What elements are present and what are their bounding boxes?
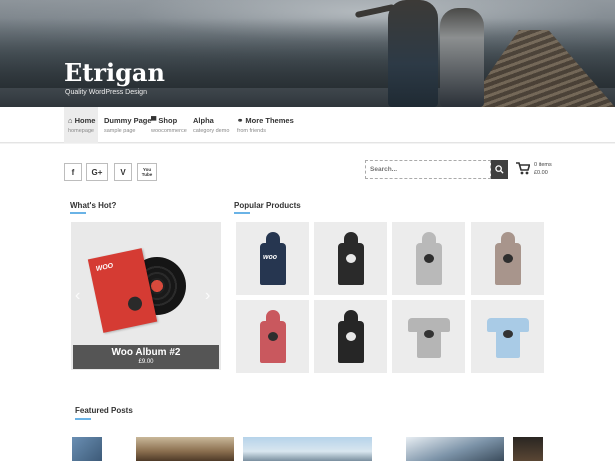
hoodie-body [416,243,442,285]
vine-icon[interactable]: V [114,163,132,181]
hoodie-hood [501,232,515,246]
nav-sub-more-themes: from friends [237,128,267,134]
nav-shop-text: Shop [158,116,178,125]
featured-posts-underline [75,418,91,420]
nav-home-text: Home [74,116,96,125]
hero-person-right [440,8,484,107]
popular-products-underline [234,212,250,214]
search-button[interactable] [491,160,508,179]
hoodie-image [495,232,521,287]
nav-label-more-themes: ⚭ More Themes [237,116,294,125]
nav-label-alpha: Alpha [193,116,214,125]
hoodie-hood [344,232,358,246]
nav-sub-dummy-page: sample page [104,128,136,134]
hoodie-image [260,310,286,365]
cart-icon[interactable] [516,162,530,175]
skull-icon [268,332,278,341]
nav-item-alpha[interactable]: Alpha category demo [189,107,233,143]
skull-icon [126,295,144,312]
facebook-icon[interactable]: f [64,163,82,181]
product-card[interactable] [314,300,387,373]
nav-more-themes-text: More Themes [245,116,294,125]
popular-products-heading: Popular Products [234,201,301,210]
slide-price: £9.00 [138,359,154,365]
nav-item-dummy-page[interactable]: Dummy Page sample page [100,107,152,143]
link-icon: ⚭ [237,116,244,125]
nav-label-shop: ▀ Shop [151,116,187,125]
youtube-icon[interactable]: You Tube [137,163,157,181]
main-navigation: ⌂ Home homepage Dummy Page sample page ▀… [0,107,615,143]
hoodie-hood [344,310,358,324]
product-card[interactable] [236,300,309,373]
google-plus-icon[interactable]: G+ [86,163,108,181]
featured-post-thumbnail[interactable] [406,437,504,461]
hoodie-image [338,232,364,287]
product-card[interactable] [471,222,544,295]
product-card[interactable]: woo [236,222,309,295]
skull-icon [346,332,356,341]
featured-posts-heading: Featured Posts [75,406,133,415]
nav-label-home: ⌂ Home [68,116,96,125]
nav-item-shop[interactable]: ▀ Shop woocommerce [147,107,191,143]
tshirt-body [496,320,520,358]
hoodie-hood [266,310,280,324]
slider-next-icon[interactable]: › [205,287,210,305]
tshirt-image [487,318,529,358]
hero-person-left [388,0,438,107]
hoodie-body [338,321,364,363]
site-tagline: Quality WordPress Design [65,89,147,96]
home-icon: ⌂ [68,116,73,125]
search-input[interactable] [365,160,491,179]
hoodie-image: woo [260,232,286,287]
skull-icon [424,330,434,338]
search-icon [495,165,504,174]
hoodie-body [495,243,521,285]
nav-label-dummy-page: Dummy Page [104,116,152,125]
site-title[interactable]: Etrigan [64,58,165,87]
hoodie-body [338,243,364,285]
product-card[interactable] [392,222,465,295]
skull-icon [503,330,513,338]
featured-post-thumbnail[interactable] [513,437,543,461]
product-card[interactable] [471,300,544,373]
skull-icon [346,254,356,263]
skull-icon [424,254,434,263]
hoodie-image [338,310,364,365]
nav-sub-shop: woocommerce [151,128,187,134]
woo-logo: woo [263,254,277,261]
featured-post-thumbnail[interactable] [243,437,372,461]
whats-hot-underline [70,212,86,214]
tshirt-image [408,318,450,358]
slide-caption[interactable]: Woo Album #2 £9.00 [73,345,219,369]
tshirt-body [417,320,441,358]
hoodie-hood [422,232,436,246]
cart-item-count[interactable]: 0 items [534,162,552,168]
sleeve-logo: WOO [95,262,114,273]
hoodie-image [416,232,442,287]
slider-prev-icon[interactable]: ‹ [75,287,80,305]
whats-hot-heading: What's Hot? [70,201,117,210]
nav-item-home[interactable]: ⌂ Home homepage [64,107,98,143]
featured-post-thumbnail[interactable] [136,437,234,461]
featured-post-thumbnail[interactable] [72,437,102,461]
nav-sub-home: homepage [68,128,94,134]
skull-icon [503,254,513,263]
product-card[interactable] [314,222,387,295]
shop-cart-icon: ▀ [151,116,157,125]
hoodie-body [260,321,286,363]
cart-total[interactable]: £0.00 [534,170,548,176]
hoodie-body [260,243,286,285]
nav-sub-alpha: category demo [193,128,230,134]
product-card[interactable] [392,300,465,373]
hoodie-hood [266,232,280,246]
nav-item-more-themes[interactable]: ⚭ More Themes from friends [233,107,294,143]
slide-title[interactable]: Woo Album #2 [73,347,219,358]
